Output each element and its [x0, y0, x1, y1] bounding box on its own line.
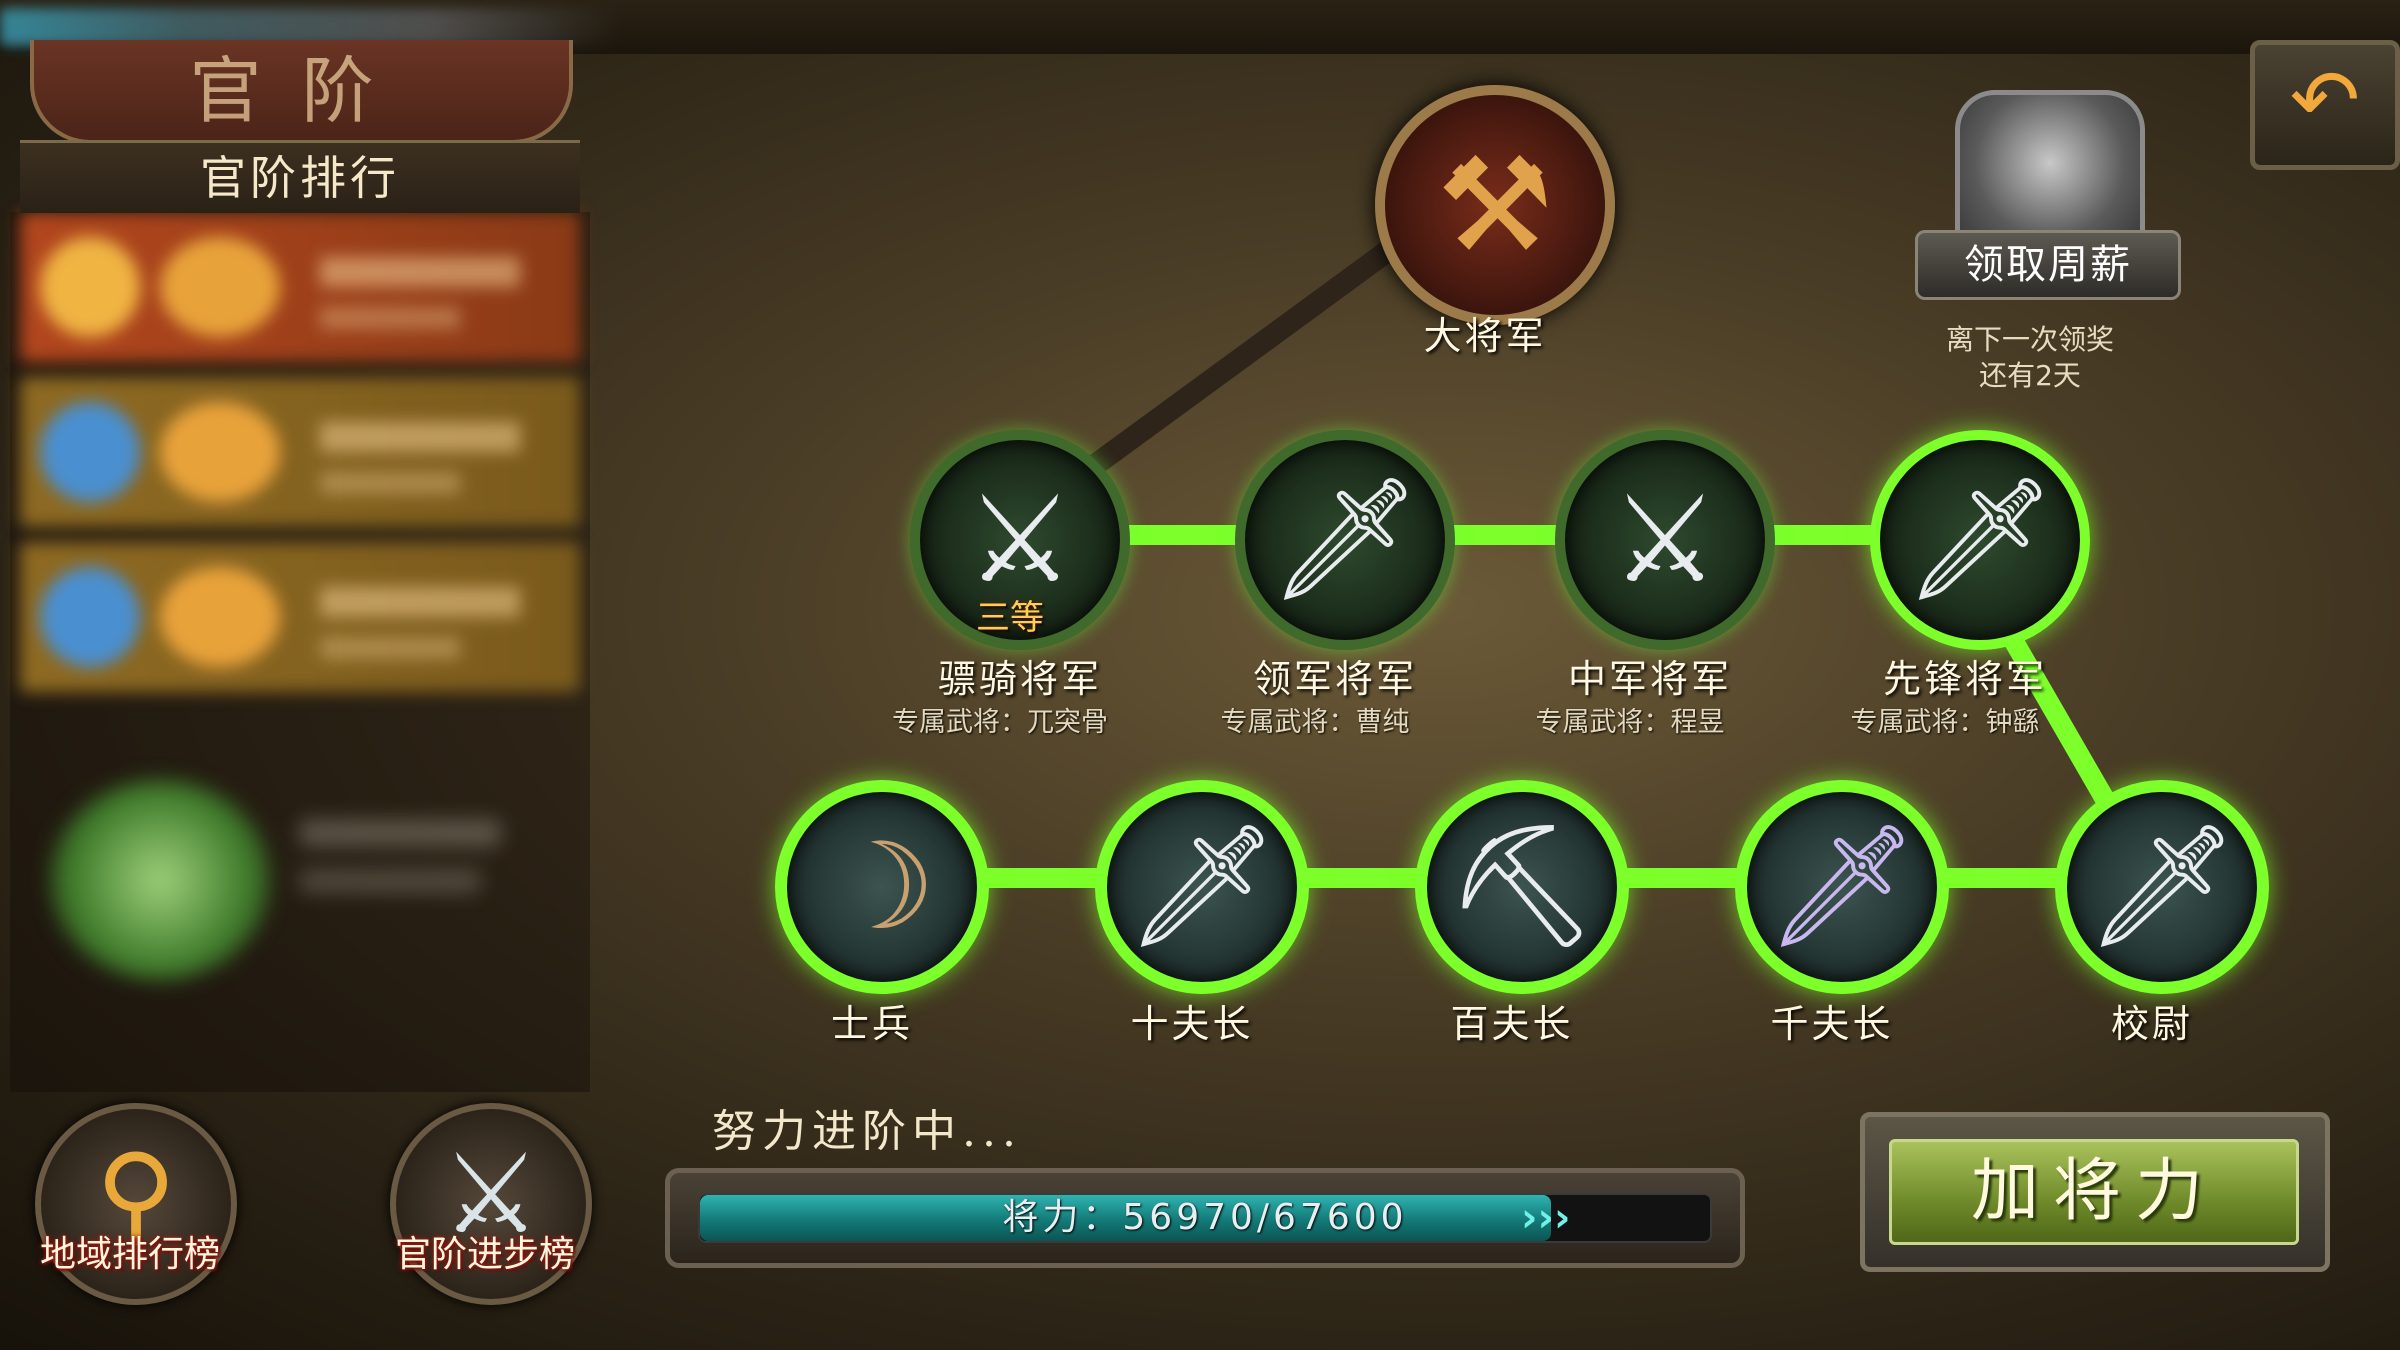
rank-node-upper-4[interactable]: 🗡	[1870, 430, 2090, 650]
rank-name-top: 大将军	[1423, 314, 1547, 358]
battle-axe-emblem-icon: ⚒	[1436, 129, 1554, 281]
pickaxe-icon: ⛏	[1445, 817, 1599, 956]
crossed-blades-icon: ⚔	[1611, 470, 1719, 610]
rank-name-lower-4: 千夫长	[1770, 1002, 1894, 1046]
rank-node-lower-4[interactable]: 🗡	[1735, 780, 1949, 994]
progress-track: ››› 将力：56970/67600	[698, 1193, 1712, 1243]
rank-node-lower-3[interactable]: ⛏	[1415, 780, 1629, 994]
broadsword-icon: 🗡	[2085, 817, 2239, 956]
next-reward-countdown: 离下一次领奖 还有2天	[1880, 322, 2180, 394]
rank-name-upper-4: 先锋将军	[1882, 657, 2047, 701]
rank-exclusive-upper-3: 专属武将：程昱	[1535, 707, 1725, 738]
add-power-button[interactable]: 加将力	[1889, 1139, 2299, 1245]
rank-name-lower-5: 校尉	[2110, 1002, 2193, 1046]
rank-node-lower-5[interactable]: 🗡	[2055, 780, 2269, 994]
rank-node-top[interactable]: ⚒	[1375, 85, 1615, 325]
weekly-salary-button[interactable]: 领取周薪	[1915, 230, 2181, 300]
progress-status-label: 努力进阶中...	[712, 1106, 1022, 1157]
weekly-salary-chest[interactable]: 领取周薪	[1915, 80, 2181, 300]
rank-node-lower-2[interactable]: 🗡	[1095, 780, 1309, 994]
single-sword-icon: 🗡	[1903, 470, 2057, 609]
rank-node-lower-1[interactable]: ☽	[775, 780, 989, 994]
sickle-icon: ☽	[828, 817, 936, 957]
rank-exclusive-upper-2: 专属武将：曹纯	[1220, 707, 1410, 738]
rank-name-upper-2: 领军将军	[1252, 657, 1417, 701]
next-reward-line-2: 还有2天	[1979, 359, 2081, 392]
rank-name-lower-3: 百夫长	[1450, 1002, 1574, 1046]
rank-exclusive-upper-4: 专属武将：钟繇	[1850, 707, 2040, 738]
rank-name-lower-1: 士兵	[830, 1002, 913, 1046]
rank-name-upper-3: 中军将军	[1567, 657, 1732, 701]
triple-swords-icon: 🗡	[1268, 470, 1422, 609]
power-progress-bar: ››› 将力：56970/67600	[665, 1168, 1745, 1268]
next-reward-line-1: 离下一次领奖	[1945, 323, 2114, 356]
rank-tier-badge: 三等	[976, 598, 1044, 638]
rank-exclusive-upper-1: 专属武将：兀突骨	[892, 707, 1108, 738]
glaive-icon: 🗡	[1765, 817, 1919, 956]
rank-name-upper-1: 骠骑将军	[937, 657, 1102, 701]
add-power-button-frame[interactable]: 加将力	[1860, 1112, 2330, 1272]
rank-node-upper-3[interactable]: ⚔	[1555, 430, 1775, 650]
progress-text: 将力：56970/67600	[1002, 1197, 1408, 1238]
rank-node-upper-2[interactable]: 🗡	[1235, 430, 1455, 650]
dagger-icon: 🗡	[1125, 817, 1279, 956]
rank-name-lower-2: 十夫长	[1130, 1002, 1254, 1046]
